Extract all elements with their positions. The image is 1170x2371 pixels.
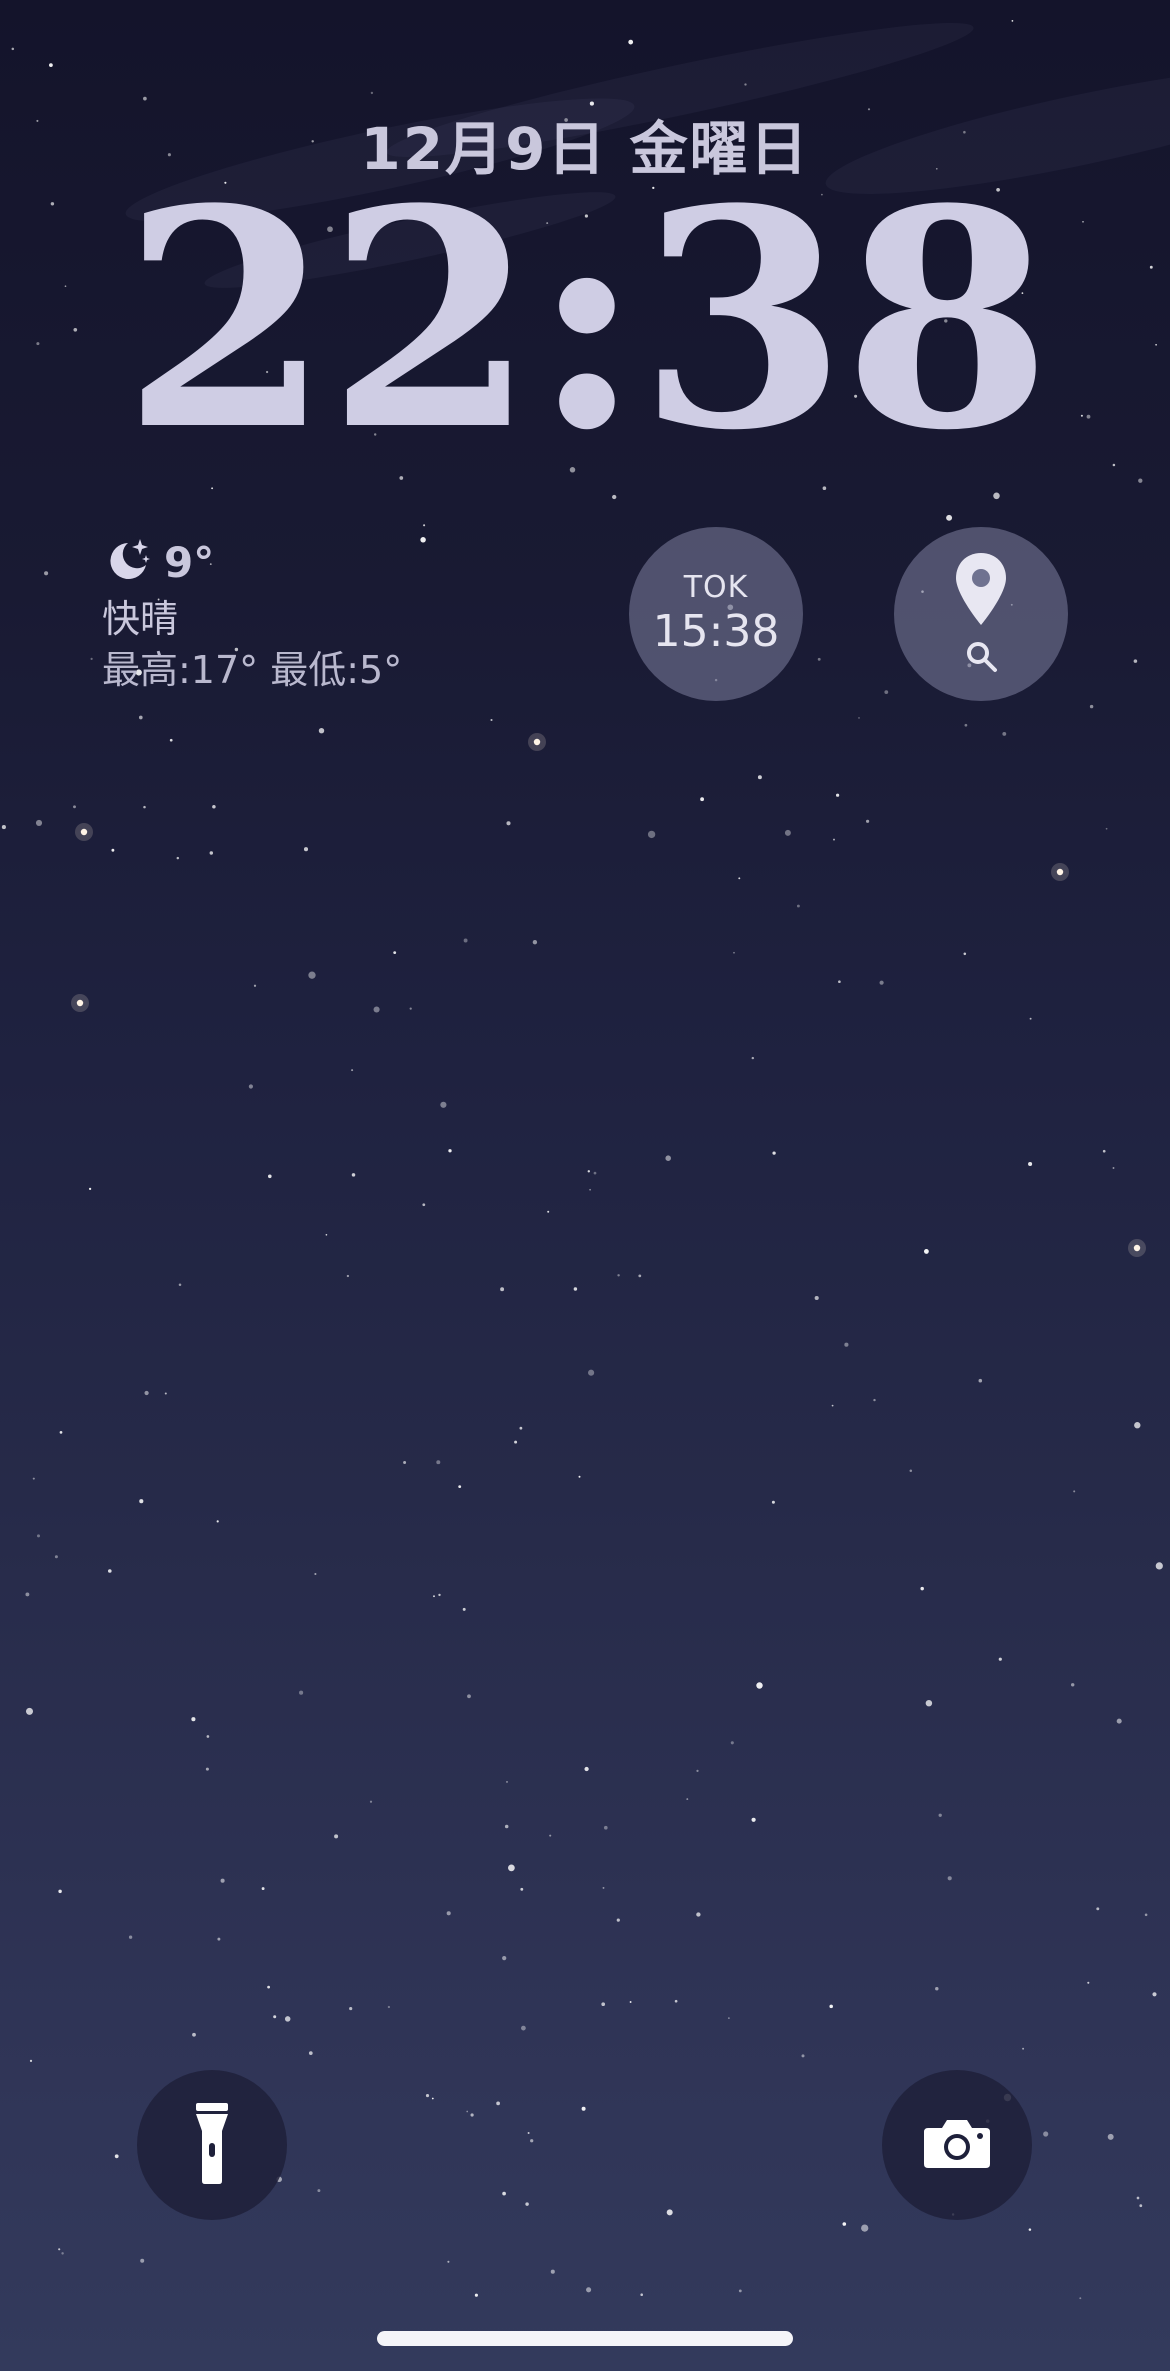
weather-condition: 快晴 bbox=[102, 597, 179, 641]
lock-screen: 12月9日 金曜日 22:38 9° 快晴 最高:17° 最低:5° TOK 1… bbox=[0, 0, 1170, 2371]
home-indicator[interactable] bbox=[377, 2331, 793, 2346]
moon-stars-icon bbox=[102, 535, 152, 589]
flashlight-icon bbox=[192, 2101, 232, 2189]
camera-button[interactable] bbox=[882, 2070, 1032, 2220]
weather-temperature: 9° bbox=[164, 537, 215, 587]
world-clock-widget[interactable]: TOK 15:38 bbox=[629, 527, 803, 701]
search-icon bbox=[964, 639, 998, 677]
weather-widget[interactable]: 9° 快晴 最高:17° 最低:5° bbox=[102, 534, 402, 696]
world-clock-city: TOK bbox=[683, 570, 749, 605]
weather-high-low: 最高:17° 最低:5° bbox=[102, 648, 403, 692]
location-pin-icon bbox=[953, 551, 1009, 631]
maps-search-widget[interactable] bbox=[894, 527, 1068, 701]
lock-time: 22:38 bbox=[122, 143, 1052, 496]
flashlight-button[interactable] bbox=[137, 2070, 287, 2220]
world-clock-time: 15:38 bbox=[652, 606, 780, 657]
camera-icon bbox=[922, 2116, 992, 2174]
